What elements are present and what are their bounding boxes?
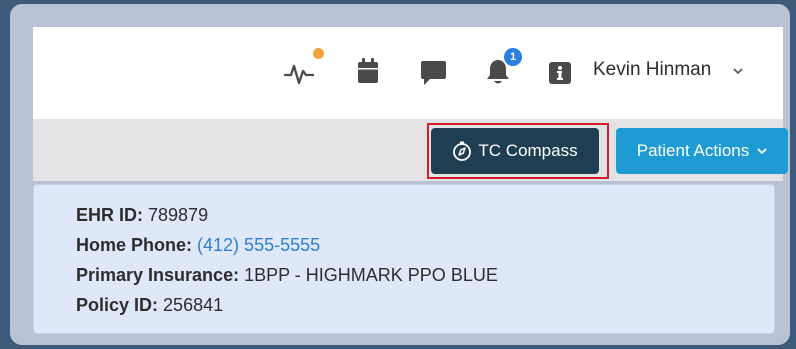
calendar-icon[interactable] [356, 58, 380, 85]
chat-message-icon[interactable] [420, 60, 447, 86]
policy-id-value: 256841 [163, 295, 224, 315]
notification-count-badge: 1 [504, 48, 522, 66]
patient-actions-button[interactable]: Patient Actions [616, 128, 788, 174]
home-phone-label: Home Phone: [76, 235, 193, 255]
top-navbar: 1 Kevin Hinman [33, 27, 783, 119]
ehr-id-label: EHR ID: [76, 205, 143, 225]
tc-compass-button[interactable]: TC Compass [431, 128, 599, 174]
home-phone-row: Home Phone: (412) 555-5555 [76, 235, 320, 256]
chevron-down-icon[interactable] [733, 67, 743, 75]
info-icon[interactable] [549, 62, 571, 84]
app-window: 1 Kevin Hinman TC Compass Patient Action… [10, 4, 790, 345]
patient-info-panel: EHR ID: 789879 Home Phone: (412) 555-555… [33, 184, 775, 334]
policy-id-label: Policy ID: [76, 295, 159, 315]
ehr-id-value: 789879 [148, 205, 209, 225]
patient-actions-label: Patient Actions [636, 141, 750, 160]
compass-icon [453, 141, 472, 161]
activity-pulse-icon[interactable] [284, 61, 314, 87]
home-phone-link[interactable]: (412) 555-5555 [197, 235, 320, 255]
patient-action-bar: TC Compass Patient Actions [33, 119, 788, 181]
primary-insurance-value: 1BPP - HIGHMARK PPO BLUE [244, 265, 498, 285]
policy-id-row: Policy ID: 256841 [76, 295, 223, 316]
primary-insurance-row: Primary Insurance: 1BPP - HIGHMARK PPO B… [76, 265, 498, 286]
activity-alert-dot [313, 48, 324, 59]
chevron-down-icon [757, 148, 767, 155]
ehr-id-row: EHR ID: 789879 [76, 205, 208, 226]
tc-compass-label: TC Compass [478, 141, 578, 160]
primary-insurance-label: Primary Insurance: [76, 265, 240, 285]
user-menu-name[interactable]: Kevin Hinman [593, 59, 711, 81]
